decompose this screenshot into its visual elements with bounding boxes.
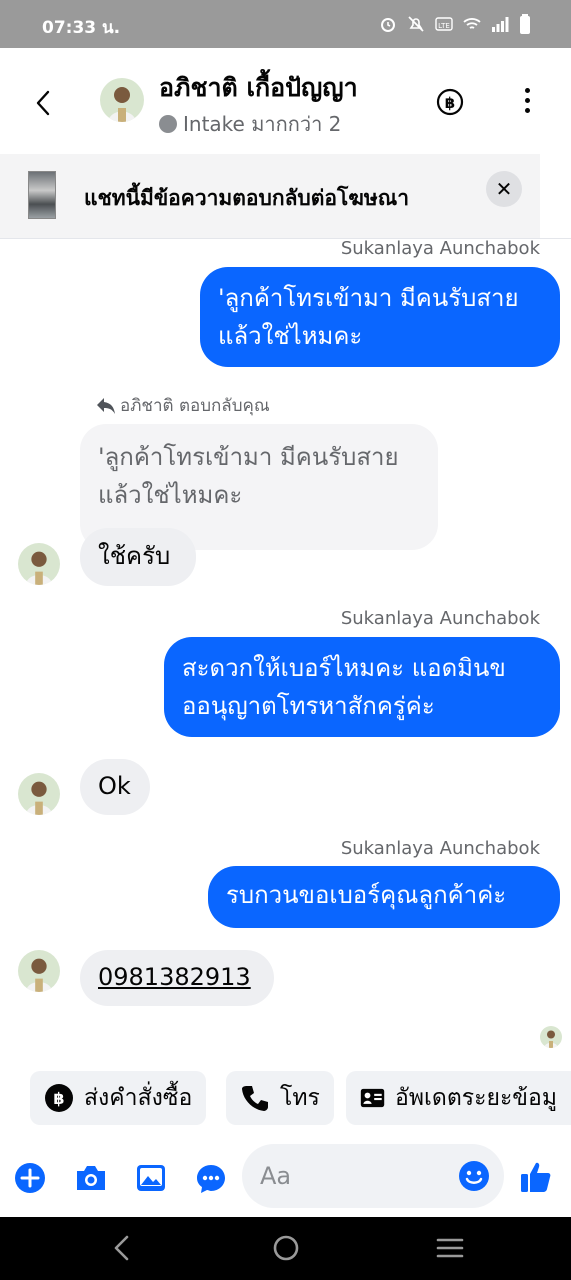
chip-label: ส่งคำสั่งซื้อ xyxy=(84,1085,193,1111)
contact-card-icon xyxy=(360,1088,385,1108)
reply-hint: อภิชาติ ตอบกลับคุณ xyxy=(96,392,270,419)
nav-back-icon xyxy=(114,1235,129,1261)
outgoing-message[interactable]: รบกวนขอเบอร์คุณลูกค้าค่ะ xyxy=(208,866,560,928)
message-line: ออนุญาตโทรหาสักครู่ค่ะ xyxy=(182,692,435,720)
reply-hint-text: อภิชาติ ตอบกลับคุณ xyxy=(120,396,270,416)
message-input-placeholder: Aa xyxy=(260,1162,292,1190)
avatar-image xyxy=(18,773,60,815)
presence-text: Intake มากกว่า 2 xyxy=(183,112,342,136)
status-icons: LTE xyxy=(379,12,531,36)
message-text: รบกวนขอเบอร์คุณลูกค้าค่ะ xyxy=(226,881,507,909)
emoji-button[interactable] xyxy=(458,1160,490,1196)
contact-avatar[interactable] xyxy=(100,78,144,122)
chevron-left-icon xyxy=(36,90,50,116)
svg-text:฿: ฿ xyxy=(445,94,455,112)
message-text: ใช้ครับ xyxy=(98,542,171,570)
outgoing-message[interactable]: สะดวกให้เบอร์ไหมคะ แอดมินข ออนุญาตโทรหาส… xyxy=(164,637,560,737)
back-button[interactable] xyxy=(26,86,60,120)
svg-text:฿: ฿ xyxy=(53,1089,64,1108)
ad-thumbnail xyxy=(28,171,56,219)
message-line: สะดวกให้เบอร์ไหมคะ แอดมินข xyxy=(182,654,506,682)
nav-recents-button[interactable] xyxy=(436,1236,464,1264)
baht-circle-icon: ฿ xyxy=(45,1084,73,1112)
sender-label: Sukanlaya Aunchabok xyxy=(340,608,540,629)
plus-icon xyxy=(15,1163,45,1193)
avatar-image xyxy=(18,543,60,585)
incoming-message[interactable]: Ok xyxy=(80,759,150,815)
alarm-icon xyxy=(381,18,395,32)
phone-number-link[interactable]: 0981382913 xyxy=(98,963,251,991)
signal-icon xyxy=(492,17,509,32)
nav-home-button[interactable] xyxy=(273,1235,299,1265)
phone-icon xyxy=(242,1086,268,1111)
nav-recents-icon xyxy=(436,1238,464,1258)
message-line: 'ลูกค้าโทรเข้ามา มีคนรับสาย xyxy=(218,284,519,312)
call-chip[interactable]: โทร xyxy=(226,1071,334,1125)
ad-banner-text: แชทนี้มีข้อความตอบกลับต่อโฆษณา xyxy=(84,186,409,210)
emoji-icon xyxy=(459,1161,489,1191)
baht-circle-icon: ฿ xyxy=(436,88,464,116)
avatar-image xyxy=(540,1026,562,1048)
avatar-image xyxy=(100,78,144,122)
chat-bubble-icon xyxy=(197,1165,225,1193)
incoming-message[interactable]: ใช้ครับ xyxy=(80,528,196,586)
battery-icon xyxy=(520,14,530,34)
sender-label: Sukanlaya Aunchabok xyxy=(340,838,540,859)
nav-home-icon xyxy=(273,1235,299,1261)
reply-arrow-icon xyxy=(97,397,115,414)
plus-button[interactable] xyxy=(14,1162,46,1198)
avatar[interactable] xyxy=(18,950,60,992)
send-order-chip[interactable]: ฿ ส่งคำสั่งซื้อ xyxy=(30,1071,207,1125)
more-vertical-icon xyxy=(524,87,530,93)
message-text: Ok xyxy=(98,772,131,800)
chip-label: อัพเดตระยะข้อมู xyxy=(395,1085,557,1111)
quoted-line: แล้วใช่ไหมคะ xyxy=(98,481,243,509)
wifi-icon xyxy=(463,18,481,29)
avatar[interactable] xyxy=(18,543,60,585)
gallery-button[interactable] xyxy=(135,1163,167,1197)
presence-row: Intake มากกว่า 2 xyxy=(159,108,341,140)
sender-label: Sukanlaya Aunchabok xyxy=(340,238,540,259)
avatar-image xyxy=(18,950,60,992)
chip-label: โทร xyxy=(280,1085,320,1111)
contact-name: อภิชาติ เกื้อปัญญา xyxy=(159,73,358,102)
update-info-chip[interactable]: อัพเดตระยะข้อมู xyxy=(346,1071,571,1125)
presence-dot-icon xyxy=(159,115,177,133)
camera-button[interactable] xyxy=(74,1163,108,1197)
payment-button[interactable]: ฿ xyxy=(434,86,466,118)
like-icon xyxy=(521,1162,551,1192)
chat-apps-button[interactable] xyxy=(195,1163,227,1199)
nav-back-button[interactable] xyxy=(110,1234,134,1266)
gallery-icon xyxy=(137,1165,165,1191)
status-time: 07:33 น. xyxy=(42,18,121,38)
avatar[interactable] xyxy=(18,773,60,815)
message-line: แล้วใช่ไหมคะ xyxy=(218,322,363,350)
quoted-line: 'ลูกค้าโทรเข้ามา มีคนรับสาย xyxy=(98,443,399,471)
incoming-message[interactable]: 0981382913 xyxy=(80,950,274,1006)
close-icon[interactable]: ✕ xyxy=(486,171,522,207)
volte-icon: LTE xyxy=(435,17,453,31)
seen-avatar xyxy=(540,1026,562,1048)
mute-icon xyxy=(408,16,424,32)
like-button[interactable] xyxy=(519,1160,553,1198)
camera-icon xyxy=(77,1166,105,1190)
outgoing-message[interactable]: 'ลูกค้าโทรเข้ามา มีคนรับสาย แล้วใช่ไหมคะ xyxy=(200,267,560,367)
more-options-button[interactable] xyxy=(512,84,542,116)
svg-text:LTE: LTE xyxy=(438,22,450,30)
